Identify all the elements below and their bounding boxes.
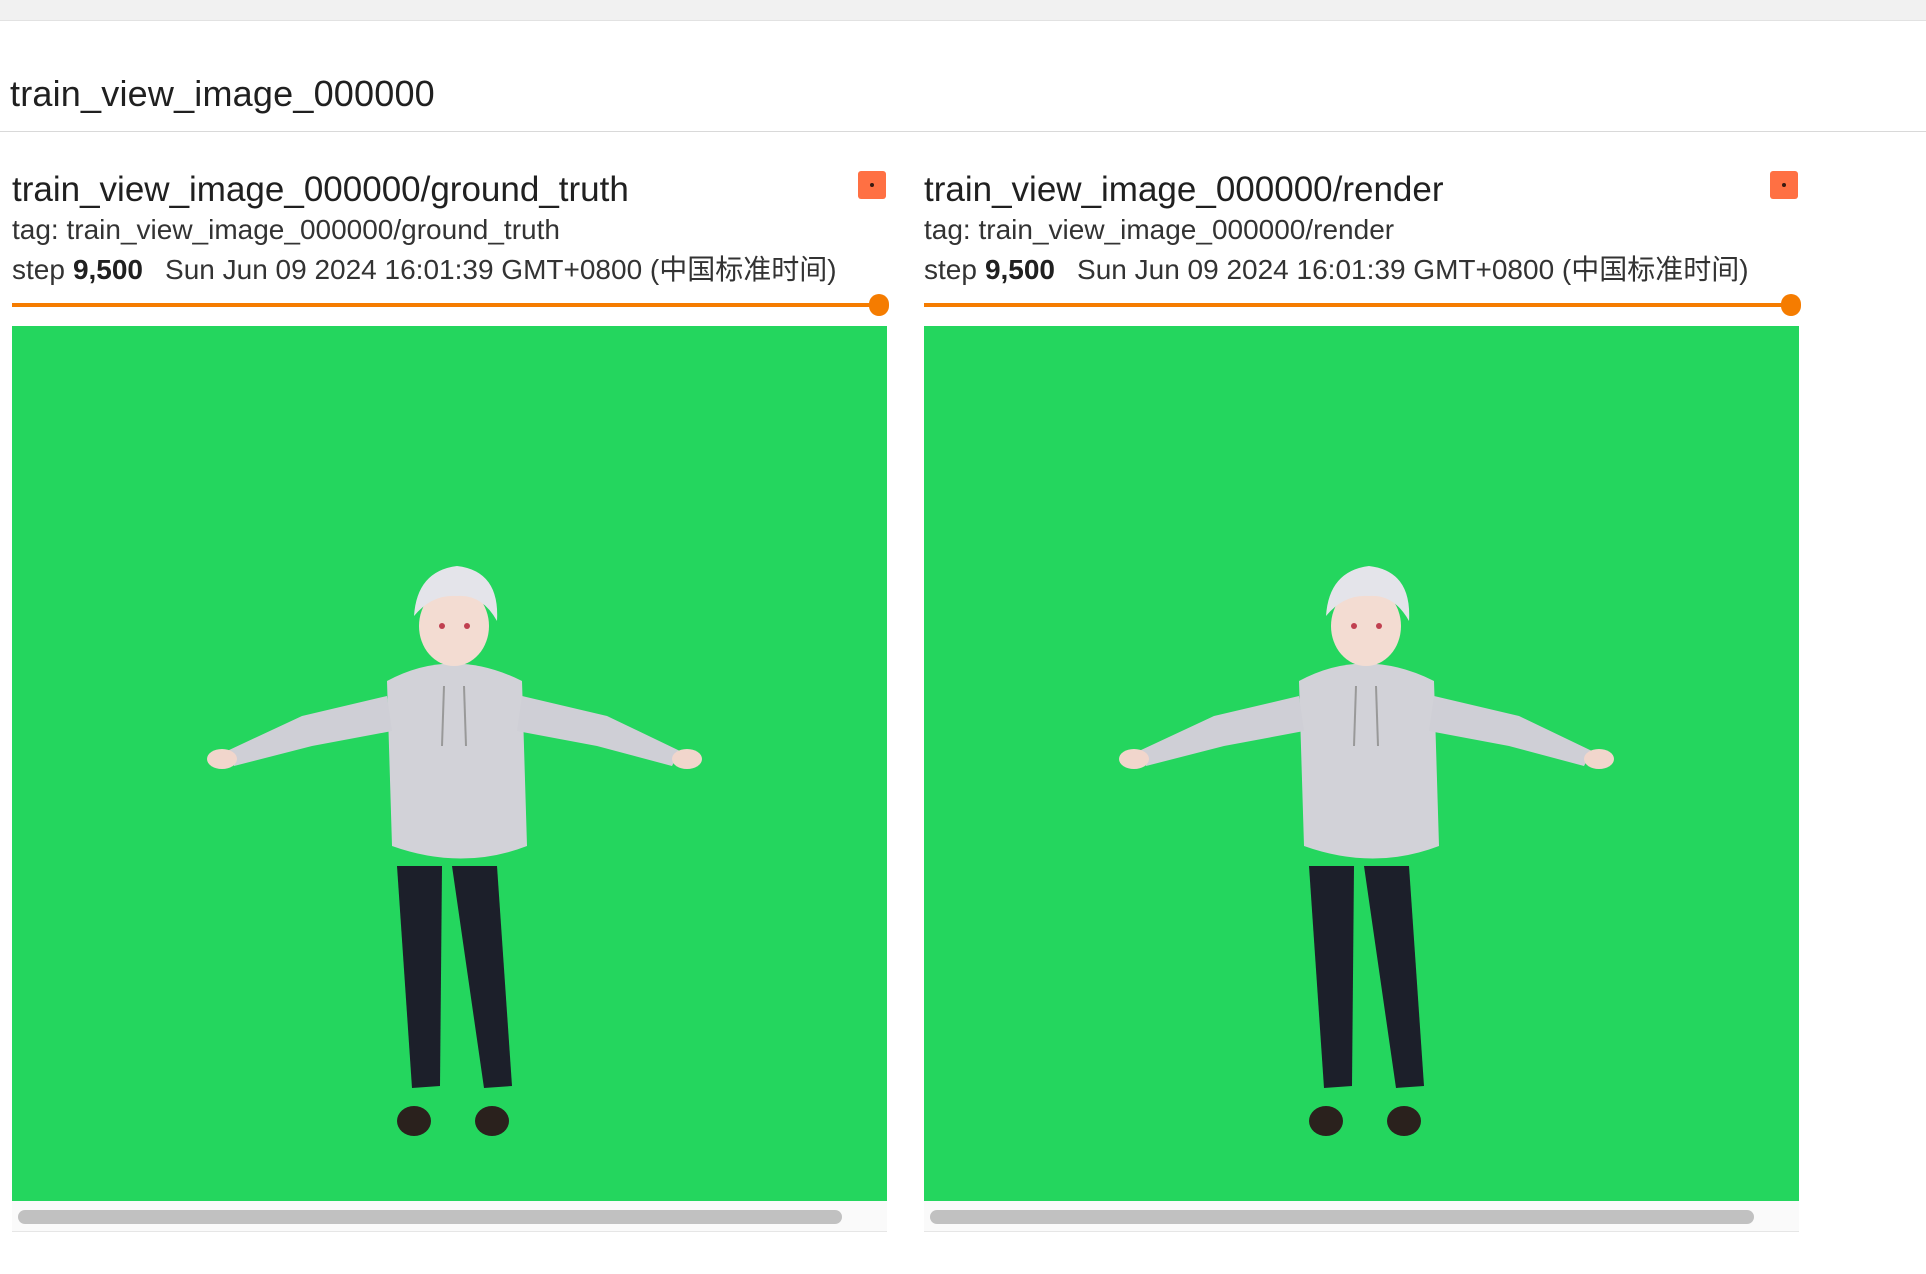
scrollbar-thumb[interactable] [18, 1210, 842, 1224]
character-figure [1119, 566, 1614, 1136]
right-sleeve [1429, 696, 1592, 766]
right-hand [1584, 749, 1614, 769]
card-title: train_view_image_000000/ground_truth [12, 170, 629, 209]
group-title: train_view_image_000000 [10, 73, 435, 114]
slider-thumb[interactable] [869, 294, 889, 316]
top-toolbar-strip [0, 0, 1926, 21]
step-label: step [12, 254, 65, 285]
horizontal-scrollbar[interactable] [924, 1201, 1799, 1232]
horizontal-scrollbar[interactable] [12, 1201, 887, 1232]
card-title: train_view_image_000000/render [924, 170, 1444, 209]
render-image [924, 326, 1799, 1201]
left-hand [1119, 749, 1149, 769]
left-leg [397, 866, 442, 1088]
right-leg [1364, 866, 1424, 1088]
group-header: train_view_image_000000 [0, 21, 1926, 132]
timestamp: Sun Jun 09 2024 16:01:39 GMT+0800 (中国标准时… [1077, 254, 1749, 285]
menu-dot [870, 183, 874, 187]
scrollbar-thumb[interactable] [930, 1210, 1754, 1224]
step-row: step 9,500 Sun Jun 09 2024 16:01:39 GMT+… [924, 248, 1749, 288]
image-card-render: train_view_image_000000/render tag: trai… [922, 160, 1801, 1232]
step-value: 9,500 [984, 254, 1056, 285]
step-slider[interactable] [12, 294, 889, 316]
left-shoe [397, 1106, 431, 1136]
left-leg [1309, 866, 1354, 1088]
right-leg [452, 866, 512, 1088]
ground-truth-image [12, 326, 887, 1201]
right-sleeve [517, 696, 680, 766]
right-hand [672, 749, 702, 769]
menu-dot [1782, 183, 1786, 187]
more-menu-icon[interactable] [1770, 171, 1798, 199]
card-tag: tag: train_view_image_000000/ground_trut… [12, 214, 560, 245]
more-menu-icon[interactable] [858, 171, 886, 199]
character-figure [207, 566, 702, 1136]
step-slider[interactable] [924, 294, 1801, 316]
step-label: step [924, 254, 977, 285]
timestamp: Sun Jun 09 2024 16:01:39 GMT+0800 (中国标准时… [165, 254, 837, 285]
right-shoe [475, 1106, 509, 1136]
left-shoe [1309, 1106, 1343, 1136]
hoodie-body [1299, 663, 1439, 859]
left-sleeve [1139, 696, 1304, 766]
slider-track [12, 303, 877, 307]
step-value: 9,500 [72, 254, 144, 285]
step-row: step 9,500 Sun Jun 09 2024 16:01:39 GMT+… [12, 248, 837, 288]
slider-thumb[interactable] [1781, 294, 1801, 316]
right-shoe [1387, 1106, 1421, 1136]
left-hand [207, 749, 237, 769]
card-tag: tag: train_view_image_000000/render [924, 214, 1395, 245]
hoodie-body [387, 663, 527, 859]
image-card-ground-truth: train_view_image_000000/ground_truth tag… [10, 160, 889, 1232]
left-sleeve [227, 696, 392, 766]
slider-track [924, 303, 1789, 307]
